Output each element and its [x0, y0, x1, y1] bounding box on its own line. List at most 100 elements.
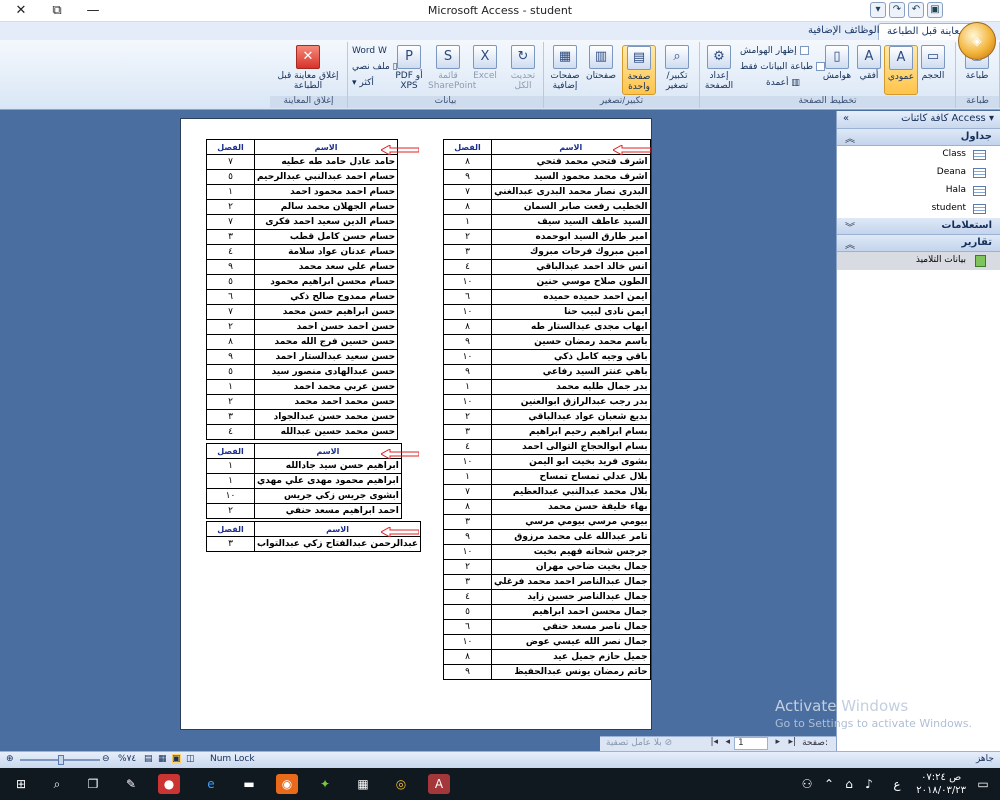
quick-access-toolbar: ▾ ↷ ↶ ▣ [870, 2, 943, 20]
view-design-icon[interactable]: ◫ [186, 754, 195, 764]
view-preview-icon[interactable]: ▣ [172, 754, 181, 764]
nav-table-item[interactable]: Class [837, 146, 1000, 164]
close-preview-button[interactable]: ✕ إغلاق معاينة قبل الطباعة [276, 45, 340, 95]
class-cell: ٣ [443, 514, 492, 530]
windows-start-icon[interactable]: ⊞ [10, 774, 32, 794]
notifications-icon[interactable]: ▭ [972, 774, 994, 794]
collapse-pane-icon[interactable]: « [843, 113, 849, 124]
nav-header[interactable]: كافة كائنات Access ▾ « [837, 111, 1000, 129]
name-cell: الخطيب رفعت صابر السمان [491, 199, 651, 215]
office-button[interactable]: ◈ [958, 22, 996, 60]
report-table-left-1: الفصل الاسم ٧ حامد عادل حامد طه عطيه ٥ حسام … [206, 139, 399, 440]
sharepoint-button[interactable]: S قائمة SharePoint [428, 45, 476, 95]
table-row: ٦ حسام ممدوح صالح ذكي [206, 289, 399, 305]
print-data-only-checkbox[interactable]: طباعة البيانات فقط [740, 62, 826, 72]
more-button[interactable]: ▾ أكثر [352, 78, 374, 88]
class-cell: ٥ [206, 364, 255, 380]
name-cell: حاتم رمضان يونس عبدالحفيظ [491, 664, 651, 680]
zoom-in-icon[interactable]: ⊕ [6, 754, 14, 764]
volume-icon[interactable]: ♪ [858, 774, 880, 794]
first-page-icon[interactable]: ▸| [788, 737, 796, 747]
class-cell: ٣ [443, 574, 492, 590]
network-icon[interactable]: ⌂ [838, 774, 860, 794]
name-cell: حسام الدين سعيد احمد فكرى [253, 214, 399, 230]
previous-page-icon[interactable]: ◂ [725, 737, 730, 747]
table-icon [973, 150, 986, 160]
nav-table-item[interactable]: student [837, 200, 1000, 218]
access-icon[interactable]: A [428, 774, 450, 794]
word-button[interactable]: Word W [352, 46, 387, 56]
customize-toolbar-icon[interactable]: ▾ [870, 2, 886, 18]
class-cell: ٢ [443, 559, 492, 575]
nav-table-item[interactable]: Deana [837, 164, 1000, 182]
nav-section-reports[interactable]: ︽ تقارير [837, 235, 1000, 252]
view-report-icon[interactable]: ▤ [144, 754, 153, 764]
search-icon[interactable]: ⌕ [46, 774, 68, 794]
table-row: ٢ حسن احمد حسن احمد [206, 319, 399, 335]
refresh-all-button[interactable]: ↻ تحديث الكل [506, 45, 540, 95]
chevron-down-icon[interactable]: ▾ [989, 113, 994, 124]
undo-icon[interactable]: ↶ [908, 2, 924, 18]
tray-up-icon[interactable]: ⌃ [818, 774, 840, 794]
class-cell: ٥ [443, 604, 492, 620]
firefox-icon[interactable]: ◉ [276, 774, 298, 794]
system-clock[interactable]: ص ٠٧:٢٤ ٢٠١٨/٠٣/٢٣ [916, 771, 966, 797]
redo-icon[interactable]: ↷ [889, 2, 905, 18]
chrome-icon[interactable]: ◎ [390, 774, 412, 794]
nav-report-item[interactable]: بيانات التلاميذ [837, 252, 1000, 270]
people-icon[interactable]: ⚇ [796, 774, 818, 794]
save-icon[interactable]: ▣ [927, 2, 943, 18]
table-row: ٣ حسن محمد حسن عبدالجواد [206, 409, 399, 425]
zoom-button[interactable]: ⌕ تكبير/تصغير [660, 45, 694, 95]
browser-icon[interactable]: ● [158, 774, 180, 794]
more-pages-button[interactable]: ▦ صفحات إضافية [548, 45, 582, 95]
margins-button[interactable]: ▯ هوامش [820, 45, 854, 95]
name-cell: حسن حسين فرج الله محمد [253, 334, 399, 350]
nav-section-tables[interactable]: ︽ جداول [837, 129, 1000, 146]
preview-area[interactable]: الفصل الاسم ٨ اشرف فتحي محمد فتحي ٩ اشرف محم… [0, 111, 836, 736]
nav-table-item[interactable]: Hala [837, 182, 1000, 200]
tab-addins[interactable]: الوظائف الإضافية [800, 23, 888, 40]
view-layout-icon[interactable]: ▦ [158, 754, 167, 764]
table-row: ١ بدر جمال طلبه محمد [443, 379, 651, 395]
nav-reports-list: بيانات التلاميذ [837, 252, 1000, 270]
one-page-button[interactable]: ▤ صفحة واحدة [622, 45, 656, 95]
name-cell: ابشوى جريس زكي جريس [254, 488, 402, 504]
page-number-input[interactable]: 1 [734, 737, 768, 750]
table-row: ٩ حسام علي سعد محمد [206, 259, 399, 275]
size-button[interactable]: ▭ الحجم [916, 45, 950, 95]
nav-section-queries[interactable]: ︾ استعلامات [837, 218, 1000, 235]
zoom-slider-thumb[interactable] [58, 755, 64, 765]
portrait-button[interactable]: A عمودي [884, 45, 918, 95]
columns-button[interactable]: أعمدة ▥ [766, 78, 800, 88]
table-row: ٧ حامد عادل حامد طه عطيه [206, 154, 399, 170]
name-cell: حسن عبدالهادى منصور سيد [253, 364, 399, 380]
class-cell: ١ [206, 473, 255, 489]
two-pages-button[interactable]: ▥ صفحتان [584, 45, 618, 95]
zoom-out-icon[interactable]: ⊖ [102, 754, 110, 764]
report-icon [975, 255, 986, 267]
calculator-icon[interactable]: ▦ [352, 774, 374, 794]
class-cell: ٢ [443, 409, 492, 425]
show-margins-checkbox[interactable]: إظهار الهوامش [740, 46, 809, 56]
edge-icon[interactable]: e [200, 774, 222, 794]
activation-watermark-text: Go to Settings to activate Windows. [775, 717, 973, 730]
last-page-icon[interactable]: |◂ [710, 737, 718, 747]
chevron-up-icon: ︽ [845, 134, 855, 145]
table-row: ١٠ ايمن نادى لبيب حنا [443, 304, 651, 320]
media-icon[interactable]: ✦ [314, 774, 336, 794]
class-cell: ٧ [206, 154, 255, 170]
page-setup-button[interactable]: ⚙ إعداد الصفحة [702, 45, 736, 95]
input-language[interactable]: ع [886, 774, 908, 794]
name-cell: حسام احمد عبدالنبي عبدالرحيم [253, 169, 399, 185]
filter-indicator[interactable]: بلا عامل تصفية ⊘ [606, 738, 672, 748]
table-row: ٦ ايمن احمد حميده حميده [443, 289, 651, 305]
table-row: ٤ حسن محمد حسين عبدالله [206, 424, 399, 440]
text-file-button[interactable]: ملف نصي ▯ [352, 62, 398, 72]
file-explorer-icon[interactable]: ▬ [238, 774, 260, 794]
task-view-icon[interactable]: ❐ [82, 774, 104, 794]
next-page-icon[interactable]: ▸ [775, 737, 780, 747]
app-icon[interactable]: ✎ [120, 774, 142, 794]
landscape-button[interactable]: A أفقي [852, 45, 886, 95]
table-icon [973, 186, 986, 196]
